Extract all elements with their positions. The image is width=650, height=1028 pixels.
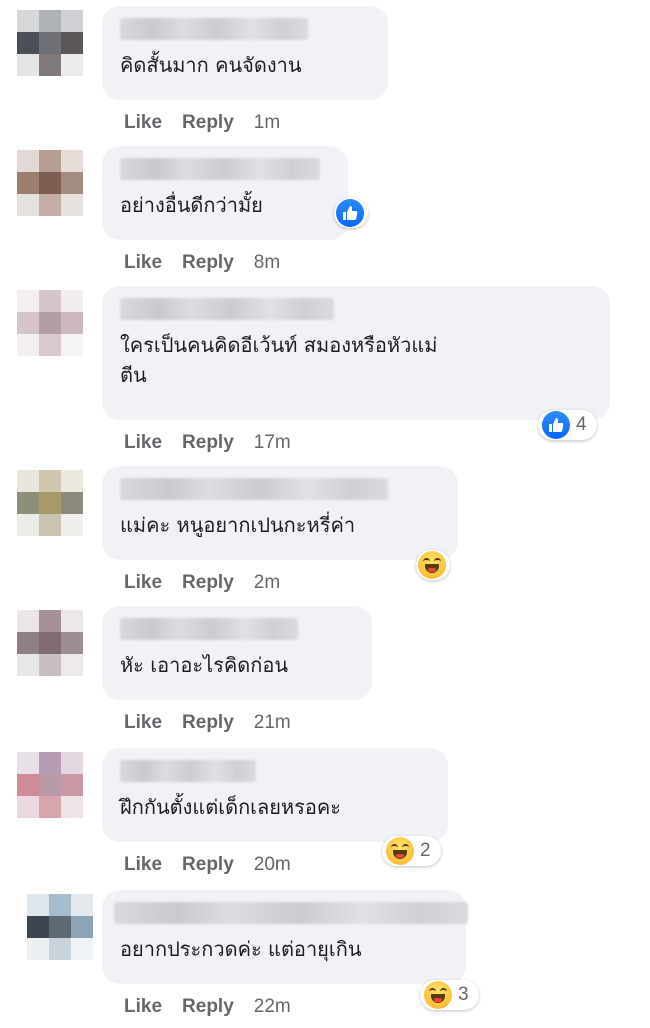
comment-timestamp[interactable]: 8m bbox=[254, 252, 280, 273]
avatar[interactable] bbox=[17, 752, 83, 818]
reaction-count: 2 bbox=[420, 840, 431, 861]
comment-bubble: ฝึกกันตั้งแต่เด็กเลยหรอคะ bbox=[102, 748, 448, 842]
like-button[interactable]: Like bbox=[124, 432, 162, 453]
reply-button[interactable]: Reply bbox=[182, 112, 234, 133]
author-name[interactable] bbox=[120, 618, 298, 640]
haha-icon bbox=[424, 981, 452, 1009]
avatar[interactable] bbox=[17, 470, 83, 536]
author-name[interactable] bbox=[120, 18, 308, 40]
comment-actions: Like Reply 17m bbox=[124, 432, 291, 454]
like-button[interactable]: Like bbox=[124, 996, 162, 1017]
reply-button[interactable]: Reply bbox=[182, 712, 234, 733]
reaction-badge[interactable]: 2 bbox=[382, 836, 441, 866]
comment-timestamp[interactable]: 22m bbox=[254, 996, 291, 1017]
reaction-badge[interactable]: 3 bbox=[420, 980, 479, 1010]
reaction-badge[interactable] bbox=[416, 550, 450, 580]
reaction-count: 4 bbox=[576, 414, 587, 435]
author-name[interactable] bbox=[114, 902, 468, 924]
avatar[interactable] bbox=[27, 894, 93, 960]
reaction-badge[interactable] bbox=[334, 198, 368, 228]
reaction-badge[interactable]: 4 bbox=[538, 410, 597, 440]
like-icon bbox=[542, 411, 570, 439]
comment-timestamp[interactable]: 17m bbox=[254, 432, 291, 453]
comment-actions: Like Reply 20m bbox=[124, 854, 291, 876]
comment-text: อยากประกวดค่ะ แต่อายุเกิน bbox=[120, 937, 362, 961]
author-name[interactable] bbox=[120, 478, 388, 500]
comment-bubble: แม่คะ หนูอยากเปนกะหรี่ค่า bbox=[102, 466, 458, 560]
like-icon bbox=[336, 199, 364, 227]
comment-timestamp[interactable]: 21m bbox=[254, 712, 291, 733]
comment-bubble: อย่างอื่นดีกว่ามั้ย bbox=[102, 146, 348, 240]
comment-timestamp[interactable]: 2m bbox=[254, 572, 280, 593]
avatar[interactable] bbox=[17, 150, 83, 216]
author-name[interactable] bbox=[120, 158, 320, 180]
like-button[interactable]: Like bbox=[124, 252, 162, 273]
comment-actions: Like Reply 2m bbox=[124, 572, 280, 594]
like-button[interactable]: Like bbox=[124, 712, 162, 733]
reaction-count: 3 bbox=[458, 984, 469, 1005]
avatar[interactable] bbox=[17, 10, 83, 76]
author-name[interactable] bbox=[120, 298, 334, 320]
comment-timestamp[interactable]: 20m bbox=[254, 854, 291, 875]
comment-timestamp[interactable]: 1m bbox=[254, 112, 280, 133]
comment-text: ฝึกกันตั้งแต่เด็กเลยหรอคะ bbox=[120, 795, 342, 819]
comment-text: คิดสั้นมาก คนจัดงาน bbox=[120, 53, 302, 77]
reply-button[interactable]: Reply bbox=[182, 996, 234, 1017]
author-name[interactable] bbox=[120, 760, 256, 782]
comment-text: หัะ เอาอะไรคิดก่อน bbox=[120, 653, 289, 677]
reply-button[interactable]: Reply bbox=[182, 252, 234, 273]
reply-button[interactable]: Reply bbox=[182, 572, 234, 593]
comment-actions: Like Reply 8m bbox=[124, 252, 280, 274]
like-button[interactable]: Like bbox=[124, 572, 162, 593]
comment-text: อย่างอื่นดีกว่ามั้ย bbox=[120, 193, 263, 217]
comment-actions: Like Reply 22m bbox=[124, 996, 291, 1018]
avatar[interactable] bbox=[17, 290, 83, 356]
comment-bubble: คิดสั้นมาก คนจัดงาน bbox=[102, 6, 388, 100]
haha-icon bbox=[418, 551, 446, 579]
comment-text: ใครเป็นคนคิดอีเว้นท์ สมองหรือหัวแม่ ตีน bbox=[120, 333, 438, 387]
comment-actions: Like Reply 21m bbox=[124, 712, 291, 734]
comment-actions: Like Reply 1m bbox=[124, 112, 280, 134]
comment-bubble: ใครเป็นคนคิดอีเว้นท์ สมองหรือหัวแม่ ตีน bbox=[102, 286, 610, 420]
like-button[interactable]: Like bbox=[124, 854, 162, 875]
reply-button[interactable]: Reply bbox=[182, 854, 234, 875]
reply-button[interactable]: Reply bbox=[182, 432, 234, 453]
comment-bubble: อยากประกวดค่ะ แต่อายุเกิน bbox=[102, 890, 468, 984]
like-button[interactable]: Like bbox=[124, 112, 162, 133]
haha-icon bbox=[386, 837, 414, 865]
comment-text: แม่คะ หนูอยากเปนกะหรี่ค่า bbox=[120, 513, 356, 537]
avatar[interactable] bbox=[17, 610, 83, 676]
comment-bubble: หัะ เอาอะไรคิดก่อน bbox=[102, 606, 372, 700]
